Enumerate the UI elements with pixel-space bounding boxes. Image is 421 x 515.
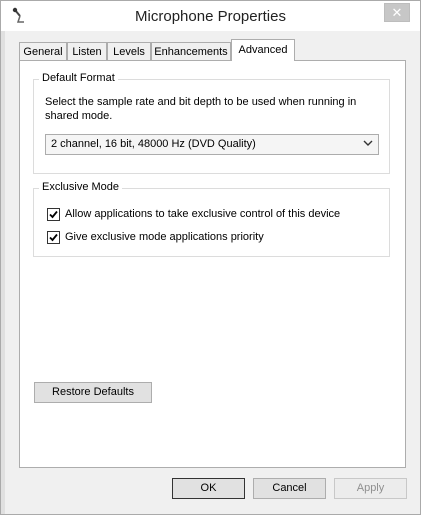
ok-button[interactable]: OK xyxy=(172,478,245,499)
tab-label: Enhancements xyxy=(154,46,228,58)
chevron-down-icon xyxy=(363,138,373,151)
selected-format-value: 2 channel, 16 bit, 48000 Hz (DVD Quality… xyxy=(51,138,256,150)
properties-window: Microphone Properties ✕ General Listen L… xyxy=(0,0,421,515)
tab-general[interactable]: General xyxy=(19,42,67,60)
default-format-legend: Default Format xyxy=(39,72,118,84)
exclusive-priority-checkbox[interactable] xyxy=(47,231,60,244)
window-title: Microphone Properties xyxy=(135,8,286,25)
title-bar[interactable]: Microphone Properties ✕ xyxy=(1,1,420,31)
restore-defaults-button[interactable]: Restore Defaults xyxy=(34,382,152,403)
tab-label: Listen xyxy=(72,46,102,58)
tab-levels[interactable]: Levels xyxy=(107,42,151,60)
default-format-description: Select the sample rate and bit depth to … xyxy=(45,96,357,122)
close-button[interactable]: ✕ xyxy=(384,3,410,22)
cancel-button[interactable]: Cancel xyxy=(253,478,326,499)
apply-button[interactable]: Apply xyxy=(334,478,407,499)
window-edge xyxy=(1,31,5,514)
tab-label: Advanced xyxy=(238,44,288,56)
checkmark-icon xyxy=(49,233,58,242)
tab-listen[interactable]: Listen xyxy=(67,42,107,60)
tab-enhancements[interactable]: Enhancements xyxy=(151,42,231,60)
checkmark-icon xyxy=(49,210,58,219)
exclusive-mode-group: Exclusive Mode xyxy=(33,181,390,257)
tab-label: Levels xyxy=(113,46,145,58)
close-icon: ✕ xyxy=(391,5,403,20)
advanced-tab-panel: Default Format Select the sample rate an… xyxy=(19,60,406,468)
exclusive-mode-legend: Exclusive Mode xyxy=(39,181,123,193)
sample-rate-dropdown[interactable]: 2 channel, 16 bit, 48000 Hz (DVD Quality… xyxy=(45,134,379,155)
tab-label: General xyxy=(23,46,63,58)
tab-advanced[interactable]: Advanced xyxy=(231,39,295,61)
allow-exclusive-control-label[interactable]: Allow applications to take exclusive con… xyxy=(65,208,340,220)
exclusive-priority-label[interactable]: Give exclusive mode applications priorit… xyxy=(65,231,264,243)
allow-exclusive-control-checkbox[interactable] xyxy=(47,208,60,221)
default-format-group: Default Format xyxy=(33,72,390,174)
